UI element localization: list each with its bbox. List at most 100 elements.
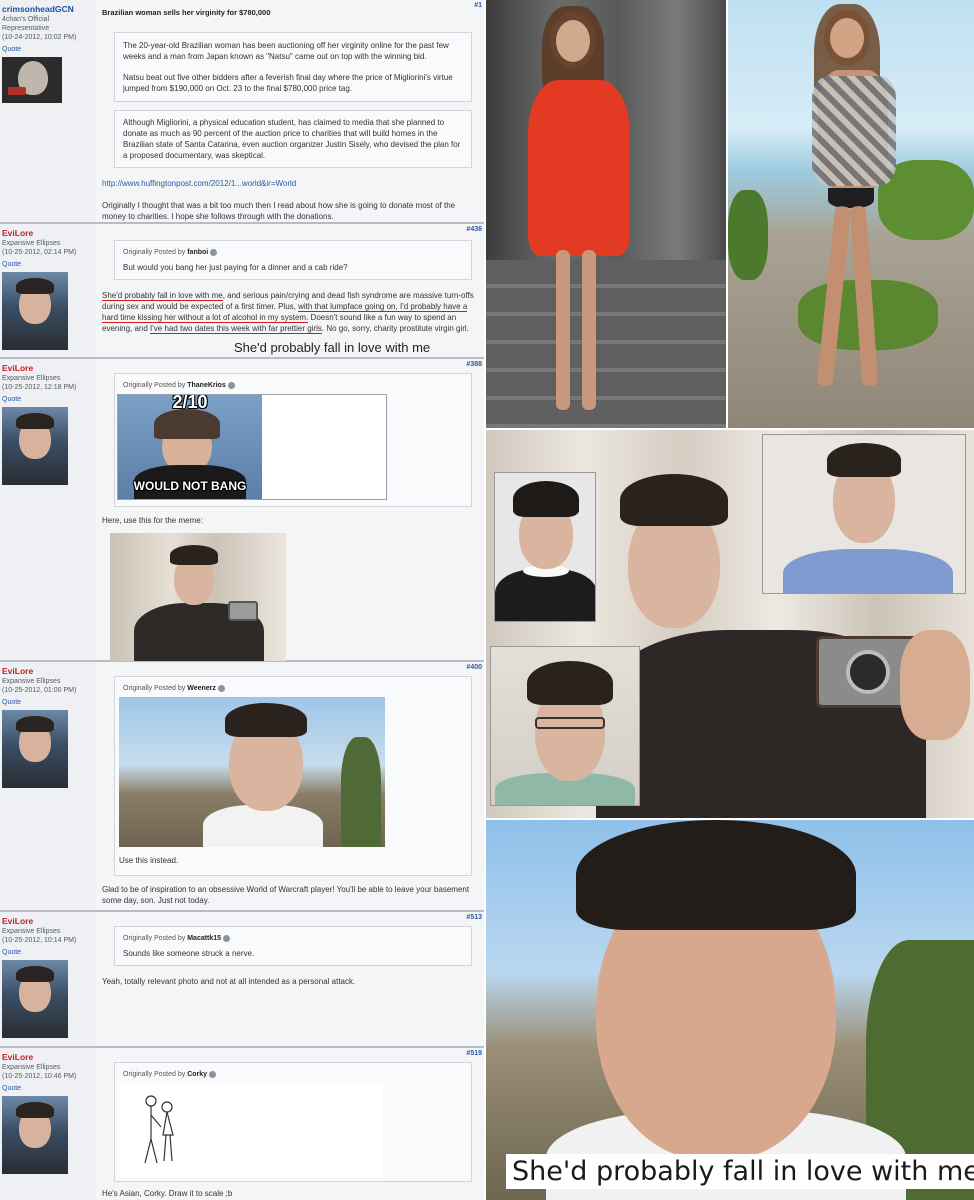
view-post-icon[interactable] — [210, 248, 218, 256]
quote-link[interactable]: Quote — [2, 948, 94, 957]
avatar — [2, 960, 68, 1038]
forum-post: crimsonheadGCN 4chan's Official Represen… — [0, 0, 484, 224]
username-link[interactable]: EviLore — [2, 666, 94, 677]
underlined-phrase: I've had two dates this week with far pr… — [150, 324, 322, 334]
user-title: Expansive Ellipses — [2, 678, 61, 685]
overlay-caption: She'd probably fall in love with me — [234, 340, 431, 355]
quote-block: Originally Posted by fanboi But would yo… — [114, 240, 472, 280]
view-post-icon[interactable] — [209, 1070, 217, 1078]
avatar — [2, 272, 68, 350]
username-link[interactable]: EviLore — [2, 363, 94, 374]
quoted-text: Use this instead. — [119, 856, 179, 865]
quote-link[interactable]: Quote — [2, 1084, 94, 1093]
quote-block: The 20-year-old Brazilian woman has been… — [114, 32, 472, 102]
quoted-username[interactable]: Weenerz — [187, 685, 216, 692]
quoted-username[interactable]: fanboi — [187, 249, 208, 256]
forum-post: EviLore Expansive Ellipses (10-25-2012, … — [0, 359, 484, 662]
inset-photo — [494, 472, 596, 622]
quoted-username[interactable]: Macattk15 — [187, 935, 221, 942]
post-date: (10-25-2012, 12:18 PM) — [2, 384, 77, 391]
view-post-icon[interactable] — [217, 684, 225, 692]
quoted-text: But would you bang her just paying for a… — [123, 263, 348, 272]
post-user-info: EviLore Expansive Ellipses (10-25-2012, … — [0, 1048, 96, 1200]
forum-post: EviLore Expansive Ellipses (10-25-2012, … — [0, 912, 484, 1048]
post-number[interactable]: #1 — [474, 2, 482, 9]
quote-block: Although Migliorini, a physical educatio… — [114, 110, 472, 168]
quote-header: Originally Posted by ThaneKrios — [123, 380, 463, 391]
avatar — [2, 1096, 68, 1174]
quote-block: Originally Posted by Corky — [114, 1062, 472, 1182]
forum-post: EviLore Expansive Ellipses (10-25-2012, … — [0, 1048, 484, 1200]
post-user-info: EviLore Expansive Ellipses (10-25-2012, … — [0, 224, 96, 357]
post-user-info: EviLore Expansive Ellipses (10-25-2012, … — [0, 912, 96, 1046]
embedded-photo — [119, 697, 385, 847]
user-title: Expansive Ellipses — [2, 928, 61, 935]
post-number[interactable]: #519 — [466, 1050, 482, 1057]
post-body: He's Asian, Corky. Draw it to scale ;b — [102, 1189, 233, 1198]
post-date: (10-25-2012, 02:14 PM) — [2, 249, 77, 256]
underlined-phrase: She'd probably fall in love with me — [102, 291, 223, 301]
quote-header: Originally Posted by Macattk15 — [123, 933, 463, 944]
post-user-info: EviLore Expansive Ellipses (10-25-2012, … — [0, 359, 96, 660]
quote-link[interactable]: Quote — [2, 698, 94, 707]
username-link[interactable]: crimsonheadGCN — [2, 4, 94, 15]
post-number[interactable]: #400 — [466, 664, 482, 671]
quote-paragraph: The 20-year-old Brazilian woman has been… — [123, 41, 449, 61]
photo-woman-beach — [728, 0, 974, 428]
user-title: Expansive Ellipses — [2, 1064, 61, 1071]
post-number[interactable]: #388 — [466, 361, 482, 368]
quoted-text: Sounds like someone struck a nerve. — [123, 949, 255, 958]
username-link[interactable]: EviLore — [2, 916, 94, 927]
post-user-info: EviLore Expansive Ellipses (10-25-2012, … — [0, 662, 96, 910]
user-title: 4chan's Official Representative — [2, 16, 50, 32]
post-body: Originally I thought that was a bit too … — [102, 201, 456, 221]
forum-thread: crimsonheadGCN 4chan's Official Represen… — [0, 0, 484, 1200]
photo-woman-red-dress — [486, 0, 726, 428]
post-body: Glad to be of inspiration to an obsessiv… — [102, 885, 470, 905]
quote-link[interactable]: Quote — [2, 260, 94, 269]
quoted-username[interactable]: Corky — [187, 1071, 207, 1078]
quoted-username[interactable]: ThaneKrios — [187, 382, 226, 389]
avatar — [2, 57, 62, 103]
quote-block: Originally Posted by Macattk15 Sounds li… — [114, 926, 472, 966]
view-post-icon[interactable] — [227, 381, 235, 389]
post-number[interactable]: #513 — [466, 914, 482, 921]
forum-post: EviLore Expansive Ellipses (10-25-2012, … — [0, 224, 484, 359]
meme-image: 2/10 WOULD NOT BANG — [118, 395, 262, 499]
username-link[interactable]: EviLore — [2, 228, 94, 239]
post-date: (10-24-2012, 10:02 PM) — [2, 34, 77, 41]
username-link[interactable]: EviLore — [2, 1052, 94, 1063]
view-post-icon[interactable] — [223, 934, 231, 942]
post-date: (10-25-2012, 10:14 PM) — [2, 937, 77, 944]
quote-link[interactable]: Quote — [2, 45, 94, 54]
meme-bottom-text: WOULD NOT BANG — [133, 479, 247, 493]
user-title: Expansive Ellipses — [2, 375, 61, 382]
quote-link[interactable]: Quote — [2, 395, 94, 404]
embedded-photo — [110, 533, 286, 661]
post-body: Yeah, totally relevant photo and not at … — [102, 977, 356, 986]
meme-top-text: 2/10 — [172, 395, 208, 412]
post-body: She'd probably fall in love with me, and… — [102, 291, 474, 334]
quote-header: Originally Posted by Weenerz — [123, 683, 463, 694]
inset-photo — [762, 434, 966, 594]
quote-paragraph: Natsu beat out five other bidders after … — [123, 73, 453, 93]
quote-header: Originally Posted by fanboi — [123, 247, 463, 258]
photo-man-closeup: She'd probably fall in love with me — [486, 820, 974, 1200]
post-date: (10-25-2012, 10:46 PM) — [2, 1073, 77, 1080]
quote-block: Originally Posted by Weenerz Use this in… — [114, 676, 472, 876]
meme-image-frame: 2/10 WOULD NOT BANG — [117, 394, 387, 500]
quote-block: Originally Posted by ThaneKrios 2/10 WOU… — [114, 373, 472, 507]
avatar — [2, 407, 68, 485]
bottom-caption: She'd probably fall in love with me — [506, 1154, 974, 1189]
avatar — [2, 710, 68, 788]
user-title: Expansive Ellipses — [2, 240, 61, 247]
forum-post: EviLore Expansive Ellipses (10-25-2012, … — [0, 662, 484, 912]
thread-title: Brazilian woman sells her virginity for … — [102, 8, 271, 17]
post-number[interactable]: #436 — [466, 226, 482, 233]
post-user-info: crimsonheadGCN 4chan's Official Represen… — [0, 0, 96, 222]
article-link[interactable]: http://www.huffingtonpost.com/2012/1...w… — [102, 178, 474, 189]
inset-photo — [490, 646, 640, 806]
post-date: (10-25-2012, 01:00 PM) — [2, 687, 77, 694]
post-body: Here, use this for the meme: — [102, 516, 203, 525]
stick-figure-drawing — [119, 1085, 383, 1177]
